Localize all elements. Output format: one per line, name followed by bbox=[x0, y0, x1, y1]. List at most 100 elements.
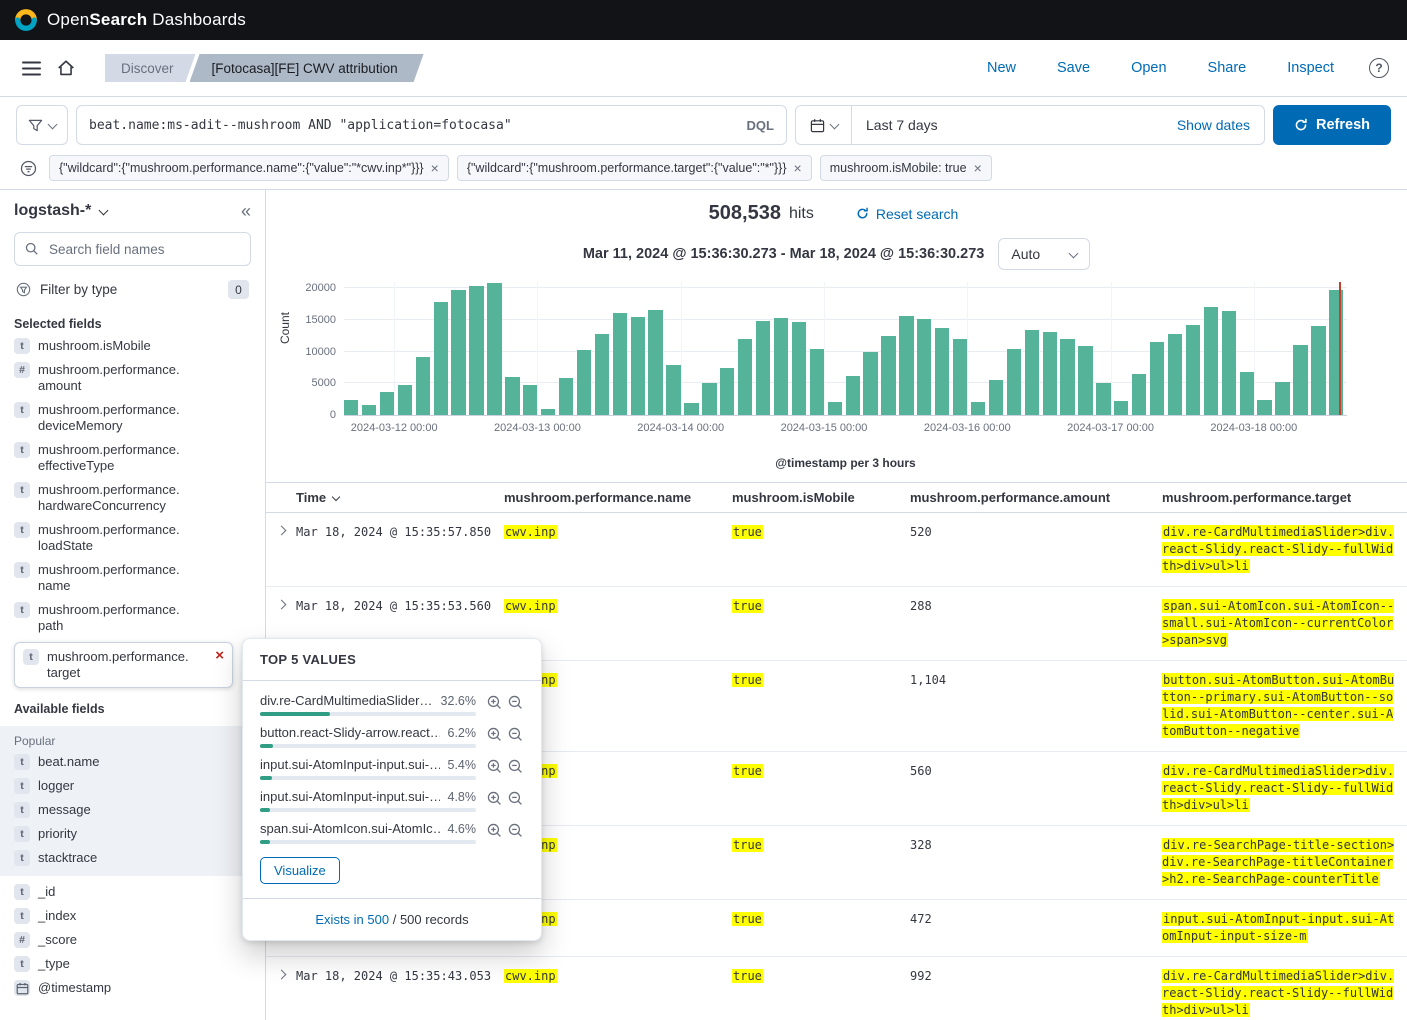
nav-action-open[interactable]: Open bbox=[1125, 59, 1172, 77]
histogram-bar[interactable] bbox=[881, 336, 895, 415]
menu-icon[interactable] bbox=[18, 57, 45, 80]
histogram-bar[interactable] bbox=[631, 317, 645, 415]
reset-search-button[interactable]: Reset search bbox=[850, 205, 964, 223]
field-item[interactable]: tmessage bbox=[14, 798, 251, 822]
field-item[interactable]: tlogger bbox=[14, 774, 251, 798]
magnify-plus-icon[interactable] bbox=[485, 726, 503, 744]
dql-button[interactable]: DQL bbox=[737, 118, 774, 133]
collapse-sidebar-icon[interactable]: « bbox=[235, 200, 257, 223]
histogram-bar[interactable] bbox=[1240, 372, 1254, 415]
histogram-bar[interactable] bbox=[917, 319, 931, 415]
magnify-plus-icon[interactable] bbox=[485, 790, 503, 808]
expand-row-icon[interactable] bbox=[266, 525, 296, 536]
histogram-bar[interactable] bbox=[810, 349, 824, 416]
histogram-bar[interactable] bbox=[1096, 383, 1110, 415]
field-item[interactable]: tmushroom.​performance.​name bbox=[14, 558, 251, 598]
column-header-name[interactable]: mushroom.performance.name bbox=[504, 490, 732, 505]
histogram-bar[interactable] bbox=[756, 321, 770, 415]
histogram-bar[interactable] bbox=[1060, 339, 1074, 415]
histogram-bar[interactable] bbox=[1078, 346, 1092, 415]
histogram-bar[interactable] bbox=[684, 403, 698, 415]
histogram-bar[interactable] bbox=[1275, 382, 1289, 415]
field-item[interactable]: tmushroom.​performance.​path bbox=[14, 598, 251, 638]
histogram-bar[interactable] bbox=[505, 377, 519, 415]
remove-filter-icon[interactable]: × bbox=[431, 161, 439, 175]
histogram-bar[interactable] bbox=[541, 409, 555, 415]
histogram-bar[interactable] bbox=[1204, 307, 1218, 415]
remove-filter-icon[interactable]: × bbox=[974, 161, 982, 175]
histogram-bar[interactable] bbox=[828, 402, 842, 415]
histogram-bar[interactable] bbox=[613, 313, 627, 415]
field-item[interactable]: tmushroom.​performance.​effectiveType bbox=[14, 438, 251, 478]
histogram-bar[interactable] bbox=[1311, 326, 1325, 415]
column-header-time[interactable]: Time bbox=[296, 490, 504, 505]
remove-filter-icon[interactable]: × bbox=[794, 161, 802, 175]
histogram-bar[interactable] bbox=[899, 316, 913, 415]
field-item[interactable]: tbeat.​name bbox=[14, 750, 251, 774]
nav-action-inspect[interactable]: Inspect bbox=[1281, 59, 1340, 77]
histogram-bar[interactable] bbox=[416, 357, 430, 415]
histogram-bar[interactable] bbox=[595, 334, 609, 415]
filter-by-type-button[interactable]: Filter by type 0 bbox=[14, 276, 251, 303]
field-item[interactable]: tmushroom.​performance.​hardwareConcurre… bbox=[14, 478, 251, 518]
histogram-bar[interactable] bbox=[559, 378, 573, 415]
field-item[interactable]: t_index bbox=[14, 904, 251, 928]
interval-select[interactable]: Auto bbox=[998, 238, 1090, 270]
histogram-bar[interactable] bbox=[1186, 325, 1200, 415]
field-item[interactable]: tpriority bbox=[14, 822, 251, 846]
histogram-bar[interactable] bbox=[1168, 334, 1182, 415]
histogram-bar[interactable] bbox=[720, 368, 734, 415]
breadcrumb-discover[interactable]: Discover bbox=[105, 54, 196, 82]
histogram-bar[interactable] bbox=[1007, 349, 1021, 415]
histogram-bar[interactable] bbox=[380, 392, 394, 415]
histogram-bar[interactable] bbox=[774, 318, 788, 415]
magnify-minus-icon[interactable] bbox=[506, 790, 524, 808]
histogram-bar[interactable] bbox=[487, 283, 501, 415]
filter-options-icon[interactable] bbox=[16, 156, 41, 181]
magnify-plus-icon[interactable] bbox=[485, 758, 503, 776]
magnify-plus-icon[interactable] bbox=[485, 694, 503, 712]
field-item[interactable]: t_type bbox=[14, 952, 251, 976]
histogram-bar[interactable] bbox=[953, 339, 967, 415]
histogram-bar[interactable] bbox=[1043, 332, 1057, 415]
field-item[interactable]: tmushroom.​performance.​loadState bbox=[14, 518, 251, 558]
histogram-bar[interactable] bbox=[398, 385, 412, 415]
column-header-amount[interactable]: mushroom.performance.amount bbox=[910, 490, 1162, 505]
histogram-bar[interactable] bbox=[1150, 342, 1164, 415]
histogram-bar[interactable] bbox=[344, 400, 358, 415]
histogram-bar[interactable] bbox=[738, 339, 752, 415]
magnify-minus-icon[interactable] bbox=[506, 758, 524, 776]
calendar-icon[interactable] bbox=[796, 106, 852, 144]
nav-action-save[interactable]: Save bbox=[1051, 59, 1096, 77]
histogram-bar[interactable] bbox=[666, 365, 680, 415]
histogram-bar[interactable] bbox=[792, 322, 806, 415]
histogram-bar[interactable] bbox=[362, 405, 376, 415]
field-search-textbox[interactable] bbox=[47, 241, 240, 258]
home-icon[interactable] bbox=[53, 55, 79, 81]
field-item[interactable]: tmushroom.​performance.​deviceMemory bbox=[14, 398, 251, 438]
refresh-button[interactable]: Refresh bbox=[1273, 105, 1391, 145]
histogram-bar[interactable] bbox=[1114, 401, 1128, 415]
nav-action-share[interactable]: Share bbox=[1202, 59, 1253, 77]
column-header-ismobile[interactable]: mushroom.isMobile bbox=[732, 490, 910, 505]
filter-pill[interactable]: {"wildcard":{"mushroom.performance.name"… bbox=[49, 155, 449, 181]
histogram-bar[interactable] bbox=[989, 380, 1003, 415]
magnify-minus-icon[interactable] bbox=[506, 694, 524, 712]
histogram-bar[interactable] bbox=[648, 310, 662, 415]
histogram-bar[interactable] bbox=[1329, 290, 1343, 415]
field-item[interactable]: t_id bbox=[14, 880, 251, 904]
exists-in-link[interactable]: Exists in 500 bbox=[315, 912, 389, 927]
show-dates-button[interactable]: Show dates bbox=[1171, 116, 1264, 134]
histogram-bar[interactable] bbox=[863, 352, 877, 415]
index-pattern-selector[interactable]: logstash-* bbox=[14, 202, 251, 220]
remove-field-button[interactable]: × bbox=[215, 649, 224, 663]
field-item[interactable]: @timestamp bbox=[14, 976, 251, 1000]
histogram-bar[interactable] bbox=[935, 328, 949, 415]
histogram-bar[interactable] bbox=[577, 350, 591, 415]
field-item[interactable]: #_score bbox=[14, 928, 251, 952]
expand-row-icon[interactable] bbox=[266, 969, 296, 980]
saved-query-menu-button[interactable] bbox=[16, 105, 68, 145]
field-item[interactable]: tstacktrace bbox=[14, 846, 251, 870]
histogram-bar[interactable] bbox=[1257, 400, 1271, 415]
help-icon[interactable]: ? bbox=[1369, 58, 1389, 78]
